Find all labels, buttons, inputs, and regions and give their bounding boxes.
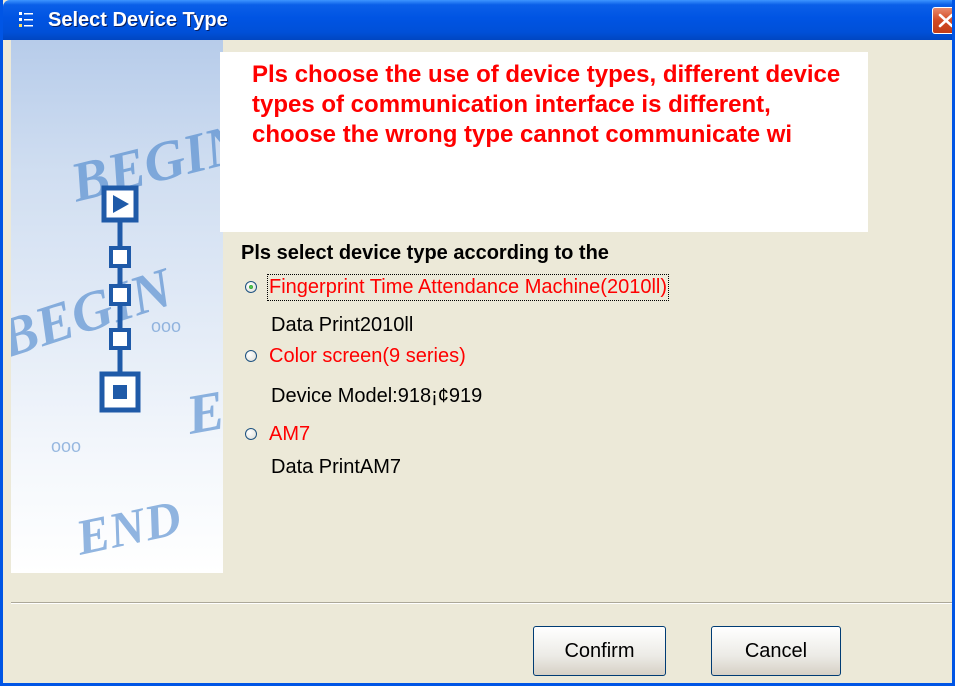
option-am7-label[interactable]: AM7 <box>269 423 310 446</box>
banner-dots-right: ooo <box>151 316 181 336</box>
banner-dots-left: ooo <box>51 436 81 456</box>
confirm-button[interactable]: Confirm <box>533 626 666 676</box>
option-fingerprint-radio[interactable] <box>245 281 257 293</box>
option-color-screen-description: Device Model:918¡¢919 <box>271 385 483 407</box>
banner-word-e: E <box>181 379 223 447</box>
option-am7[interactable]: AM7 <box>245 421 310 447</box>
title-bar[interactable]: Select Device Type <box>3 0 952 40</box>
instruction-message: Pls choose the use of device types, diff… <box>252 61 841 148</box>
option-color-screen-radio[interactable] <box>245 350 257 362</box>
option-color-screen-label[interactable]: Color screen(9 series) <box>269 345 466 368</box>
option-fingerprint-time-attendance[interactable]: Fingerprint Time Attendance Machine(2010… <box>245 273 669 301</box>
option-color-screen[interactable]: Color screen(9 series) <box>245 343 466 369</box>
message-panel: Pls choose the use of device types, diff… <box>220 52 868 232</box>
option-am7-description: Data PrintAM7 <box>271 456 402 478</box>
app-icon <box>17 11 37 29</box>
select-device-type-dialog: Select Device Type BEGIN BEGIN E END ooo… <box>0 0 955 686</box>
option-fingerprint-description: Data Print2010ll <box>271 314 414 336</box>
option-am7-radio[interactable] <box>245 428 257 440</box>
cancel-button[interactable]: Cancel <box>711 626 841 676</box>
banner-word-begin-top: BEGIN <box>64 111 223 215</box>
option-fingerprint-label[interactable]: Fingerprint Time Attendance Machine(2010… <box>267 273 669 301</box>
wizard-banner-image: BEGIN BEGIN E END ooo ooo <box>11 40 223 573</box>
device-type-prompt: Pls select device type according to the <box>241 242 609 264</box>
window-title: Select Device Type <box>48 9 228 31</box>
banner-word-begin-mid: BEGIN <box>11 256 182 371</box>
close-button[interactable] <box>932 7 952 34</box>
banner-word-end: END <box>70 489 186 566</box>
footer-divider <box>11 602 952 604</box>
